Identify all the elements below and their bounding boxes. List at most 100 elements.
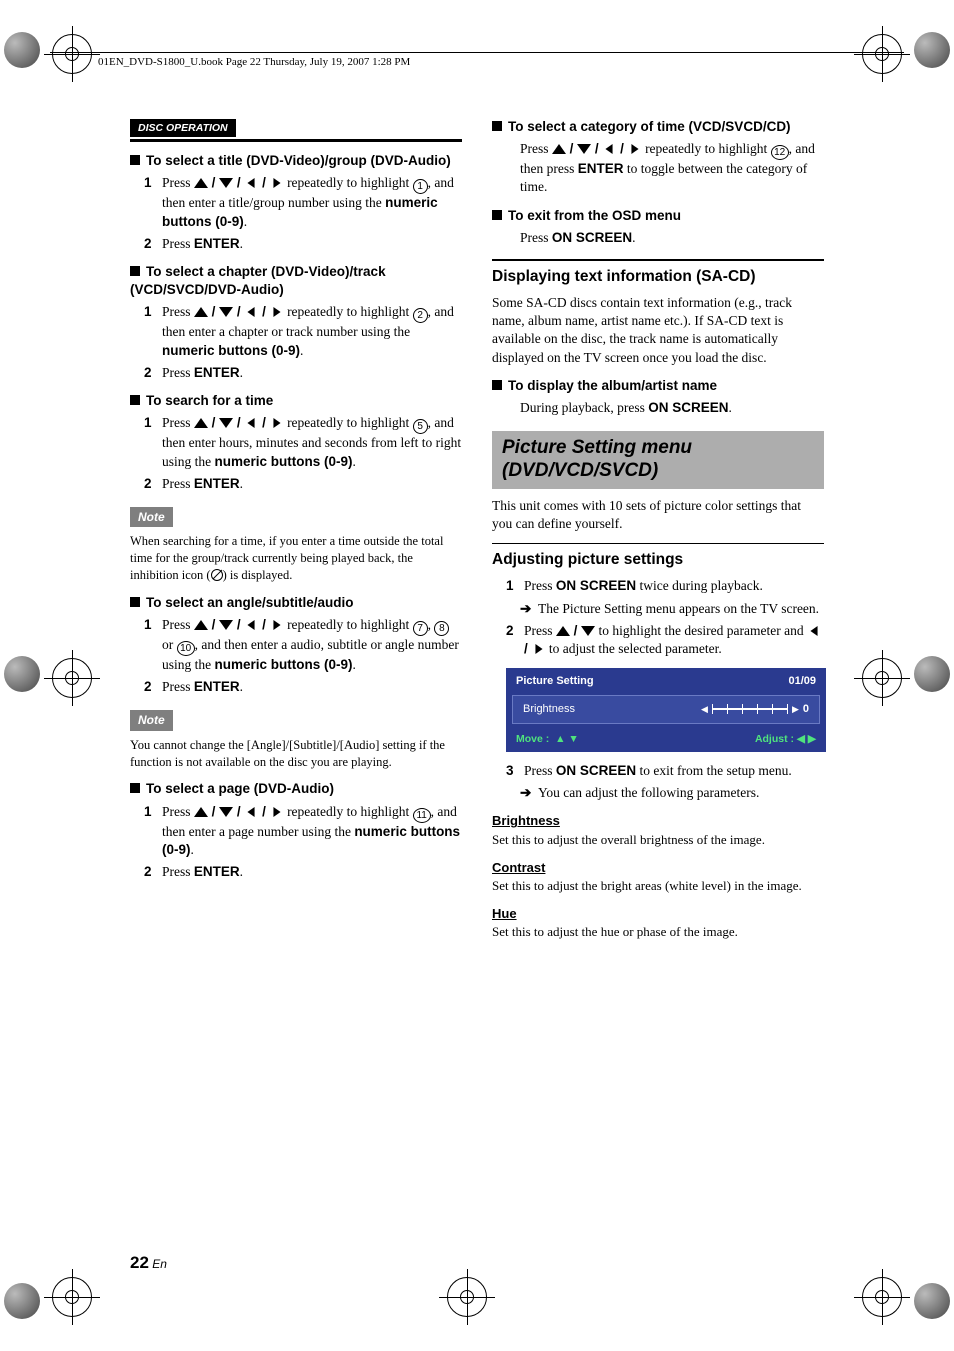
step-1: 1 Press / / / repeatedly to highlight 5,…	[144, 414, 462, 470]
left-icon	[602, 144, 616, 154]
circled-7-icon: 7	[413, 621, 428, 636]
registration-dot	[4, 1283, 40, 1319]
osd-move-label: Move :	[516, 733, 549, 745]
step-1: 1 Press ON SCREEN twice during playback.	[506, 577, 824, 595]
heading-display-album: To display the album/artist name	[492, 377, 824, 395]
right-icon	[628, 144, 642, 154]
heading-select-title: To select a title (DVD-Video)/group (DVD…	[130, 152, 462, 170]
left-icon	[244, 418, 258, 428]
right-icon	[532, 644, 546, 654]
body-text: This unit comes with 10 sets of picture …	[492, 497, 824, 533]
circled-10-icon: 10	[177, 641, 195, 656]
heading-select-angle: To select an angle/subtitle/audio	[130, 594, 462, 612]
step-2: 2 Press ENTER.	[144, 678, 462, 696]
down-icon	[219, 418, 233, 428]
left-icon	[244, 178, 258, 188]
registration-mark	[862, 1277, 902, 1317]
osd-panel: Picture Setting 01/09 Brightness ◀ ▶ 0 M…	[506, 668, 826, 752]
down-icon	[219, 620, 233, 630]
left-icon	[244, 807, 258, 817]
heading-select-chapter: To select a chapter (DVD-Video)/track (V…	[130, 263, 462, 299]
book-header: 01EN_DVD-S1800_U.book Page 22 Thursday, …	[50, 52, 904, 68]
heading-select-page: To select a page (DVD-Audio)	[130, 780, 462, 798]
registration-mark	[52, 1277, 92, 1317]
note-label: Note	[130, 507, 173, 527]
up-icon	[194, 178, 208, 188]
heading-exit-osd: To exit from the OSD menu	[492, 207, 824, 225]
left-icon	[244, 620, 258, 630]
substep: ➔You can adjust the following parameters…	[520, 784, 824, 802]
substep: ➔The Picture Setting menu appears on the…	[520, 600, 824, 618]
step-2: 2 Press ENTER.	[144, 863, 462, 881]
osd-slider: ◀ ▶ 0	[701, 702, 809, 717]
up-icon	[194, 418, 208, 428]
body-text: Press / / / repeatedly to highlight 12, …	[520, 140, 824, 196]
step-2: 2 Press ENTER.	[144, 235, 462, 253]
registration-mark	[447, 1277, 487, 1317]
right-icon	[270, 178, 284, 188]
param-brightness: Brightness	[492, 812, 824, 830]
note-text: You cannot change the [Angle]/[Subtitle]…	[130, 737, 462, 771]
registration-mark	[862, 658, 902, 698]
up-icon	[552, 144, 566, 154]
param-hue: Hue	[492, 905, 824, 923]
step-3: 3 Press ON SCREEN to exit from the setup…	[506, 762, 824, 780]
down-icon	[581, 626, 595, 636]
heading-search-time: To search for a time	[130, 392, 462, 410]
subheading-adjusting: Adjusting picture settings	[492, 550, 824, 571]
registration-dot	[4, 32, 40, 68]
circled-11-icon: 11	[413, 808, 431, 823]
up-icon	[194, 620, 208, 630]
registration-dot	[914, 656, 950, 692]
step-1: 1 Press / / / repeatedly to highlight 1,…	[144, 174, 462, 230]
circled-2-icon: 2	[413, 308, 428, 323]
registration-dot	[914, 32, 950, 68]
page-number: 22 En	[130, 1253, 167, 1273]
circled-12-icon: 12	[771, 145, 789, 160]
registration-dot	[914, 1283, 950, 1319]
down-icon	[577, 144, 591, 154]
subheading-sacd: Displaying text information (SA-CD)	[492, 267, 824, 288]
circled-5-icon: 5	[413, 419, 428, 434]
up-icon	[556, 626, 570, 636]
down-icon	[219, 178, 233, 188]
right-column: To select a category of time (VCD/SVCD/C…	[492, 118, 824, 1241]
main-heading-picture-setting: Picture Setting menu (DVD/VCD/SVCD)	[492, 431, 824, 489]
param-desc: Set this to adjust the bright areas (whi…	[492, 877, 824, 895]
right-icon	[270, 418, 284, 428]
right-icon	[270, 620, 284, 630]
left-column: DISC OPERATION To select a title (DVD-Vi…	[130, 118, 462, 1241]
step-2: 2 Press / to highlight the desired param…	[506, 622, 824, 658]
heading-select-category: To select a category of time (VCD/SVCD/C…	[492, 118, 824, 136]
prohibit-icon	[211, 569, 223, 581]
left-icon	[244, 307, 258, 317]
osd-adjust-label: Adjust :	[755, 733, 794, 745]
step-1: 1 Press / / / repeatedly to highlight 7,…	[144, 616, 462, 674]
circled-1-icon: 1	[413, 179, 428, 194]
param-desc: Set this to adjust the hue or phase of t…	[492, 923, 824, 941]
down-icon	[219, 807, 233, 817]
right-icon	[270, 307, 284, 317]
disc-operation-label: DISC OPERATION	[130, 119, 236, 137]
up-icon	[194, 807, 208, 817]
registration-dot	[4, 656, 40, 692]
osd-count: 01/09	[788, 674, 816, 689]
page-content: DISC OPERATION To select a title (DVD-Vi…	[130, 118, 824, 1241]
circled-8-icon: 8	[434, 621, 449, 636]
right-icon	[270, 807, 284, 817]
body-text: Some SA-CD discs contain text informatio…	[492, 294, 824, 367]
down-icon	[219, 307, 233, 317]
param-desc: Set this to adjust the overall brightnes…	[492, 831, 824, 849]
osd-title: Picture Setting	[516, 674, 594, 689]
registration-mark	[52, 658, 92, 698]
body-text: During playback, press ON SCREEN.	[520, 399, 824, 417]
left-icon	[807, 626, 821, 636]
osd-value: 0	[803, 702, 809, 717]
step-1: 1 Press / / / repeatedly to highlight 11…	[144, 803, 462, 859]
step-1: 1 Press / / / repeatedly to highlight 2,…	[144, 303, 462, 359]
osd-param: Brightness	[523, 702, 575, 717]
section-bar: DISC OPERATION	[130, 118, 462, 142]
body-text: Press ON SCREEN.	[520, 229, 824, 247]
note-label: Note	[130, 710, 173, 730]
step-2: 2 Press ENTER.	[144, 475, 462, 493]
